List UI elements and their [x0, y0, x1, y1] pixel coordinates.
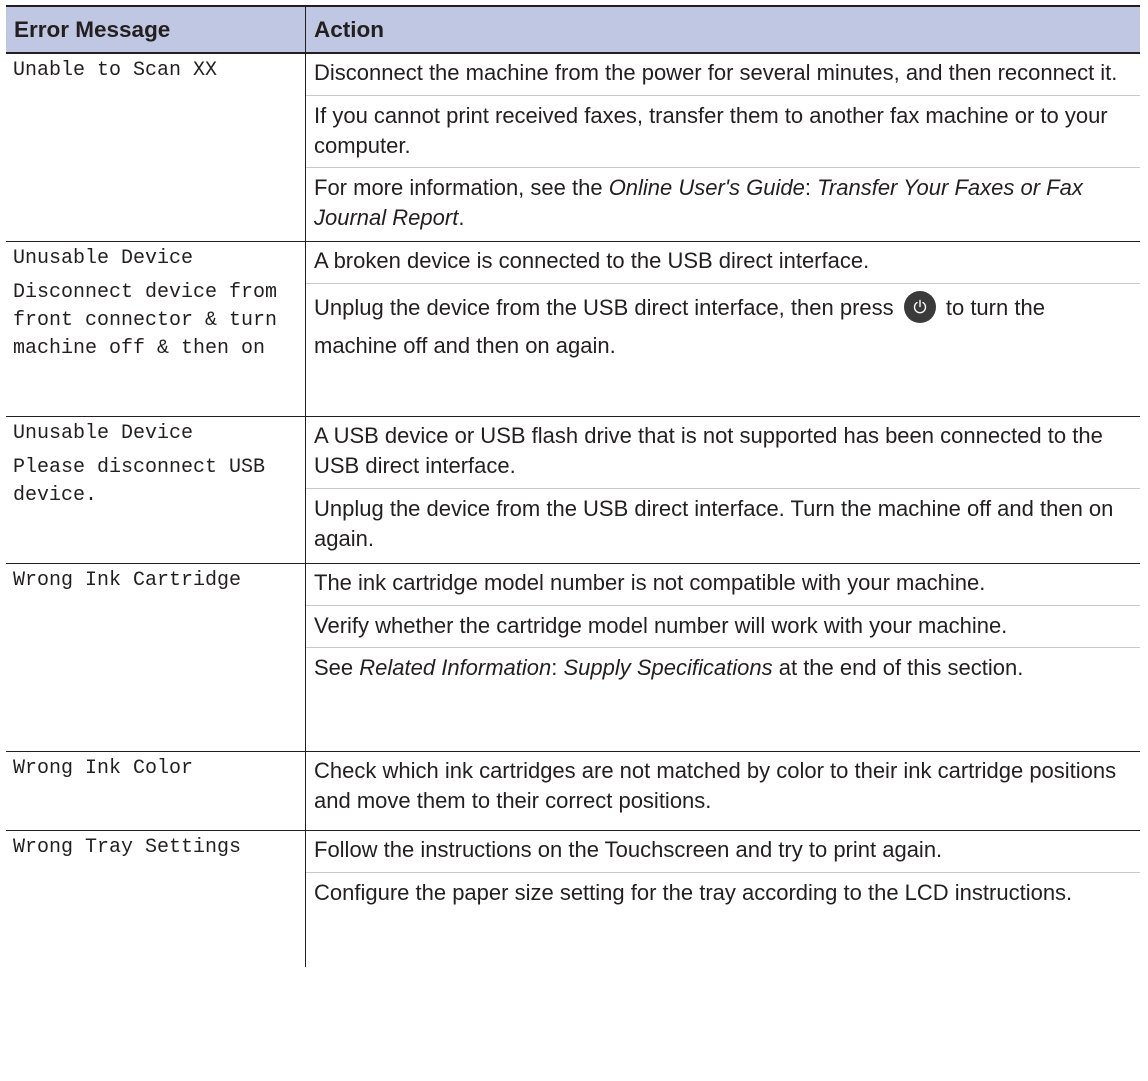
- error-text: Wrong Ink Cartridge: [13, 569, 242, 592]
- error-cell: Unusable Device Disconnect device from f…: [6, 242, 306, 416]
- action-text: For more information, see the: [314, 175, 609, 200]
- action-paragraph: For more information, see the Online Use…: [306, 167, 1140, 239]
- action-text: :: [551, 655, 564, 680]
- error-cell: Wrong Ink Cartridge: [6, 564, 306, 751]
- online-users-guide-reference: Online User's Guide: [608, 175, 805, 200]
- action-text: :: [804, 175, 818, 200]
- action-cell: A USB device or USB flash drive that is …: [306, 417, 1140, 563]
- action-paragraph: Verify whether the cartridge model numbe…: [306, 605, 1140, 647]
- action-paragraph: See Related Information: Supply Specific…: [306, 647, 1140, 689]
- power-icon: [903, 291, 936, 324]
- table-header: Error Message Action: [6, 7, 1140, 54]
- action-paragraph: The ink cartridge model number is not co…: [314, 570, 986, 595]
- action-text: at the end of this section.: [772, 655, 1024, 680]
- header-action: Action: [314, 16, 384, 42]
- related-information-reference: Related Information: [359, 655, 552, 680]
- action-cell: Check which ink cartridges are not match…: [306, 752, 1140, 830]
- action-paragraph: Configure the paper size setting for the…: [306, 872, 1140, 914]
- action-paragraph: Unplug the device from the USB direct in…: [306, 283, 1140, 371]
- action-cell: Disconnect the machine from the power fo…: [306, 54, 1140, 241]
- action-paragraph: Unplug the device from the USB direct in…: [306, 488, 1140, 560]
- action-paragraph: If you cannot print received faxes, tran…: [306, 95, 1140, 167]
- error-cell: Unusable Device Please disconnect USB de…: [6, 417, 306, 563]
- action-cell: Follow the instructions on the Touchscre…: [306, 831, 1140, 967]
- action-cell: The ink cartridge model number is not co…: [306, 564, 1140, 751]
- table-row: Unable to Scan XX Disconnect the machine…: [6, 54, 1140, 242]
- action-paragraph: A USB device or USB flash drive that is …: [314, 423, 1103, 478]
- error-cell: Wrong Tray Settings: [6, 831, 306, 967]
- action-cell: A broken device is connected to the USB …: [306, 242, 1140, 416]
- action-paragraph: Disconnect the machine from the power fo…: [314, 60, 1118, 85]
- action-text: Unplug the device from the USB direct in…: [314, 295, 900, 320]
- error-text: Please disconnect USB device.: [13, 456, 266, 507]
- error-cell: Wrong Ink Color: [6, 752, 306, 830]
- error-text: Unusable Device: [13, 422, 194, 445]
- error-cell: Unable to Scan XX: [6, 54, 306, 241]
- error-text: Disconnect device from front connector &…: [13, 281, 278, 360]
- error-text: Wrong Tray Settings: [13, 836, 242, 859]
- table-row: Wrong Ink Cartridge The ink cartridge mo…: [6, 564, 1140, 752]
- action-paragraph: A broken device is connected to the USB …: [314, 248, 870, 273]
- table-row: Wrong Ink Color Check which ink cartridg…: [6, 752, 1140, 831]
- supply-specifications-reference: Supply Specifications: [563, 655, 773, 680]
- table-row: Unusable Device Disconnect device from f…: [6, 242, 1140, 417]
- header-error-message: Error Message: [6, 7, 306, 52]
- error-text: Unable to Scan XX: [13, 59, 218, 82]
- error-text: Unusable Device: [13, 247, 194, 270]
- table-row: Wrong Tray Settings Follow the instructi…: [6, 831, 1140, 967]
- table-row: Unusable Device Please disconnect USB de…: [6, 417, 1140, 564]
- error-text: Wrong Ink Color: [13, 757, 194, 780]
- error-message-table: Error Message Action Unable to Scan XX D…: [6, 5, 1140, 967]
- action-paragraph: Follow the instructions on the Touchscre…: [314, 837, 943, 862]
- action-paragraph: Check which ink cartridges are not match…: [314, 758, 1117, 813]
- action-text: .: [458, 205, 465, 230]
- action-text: See: [314, 655, 360, 680]
